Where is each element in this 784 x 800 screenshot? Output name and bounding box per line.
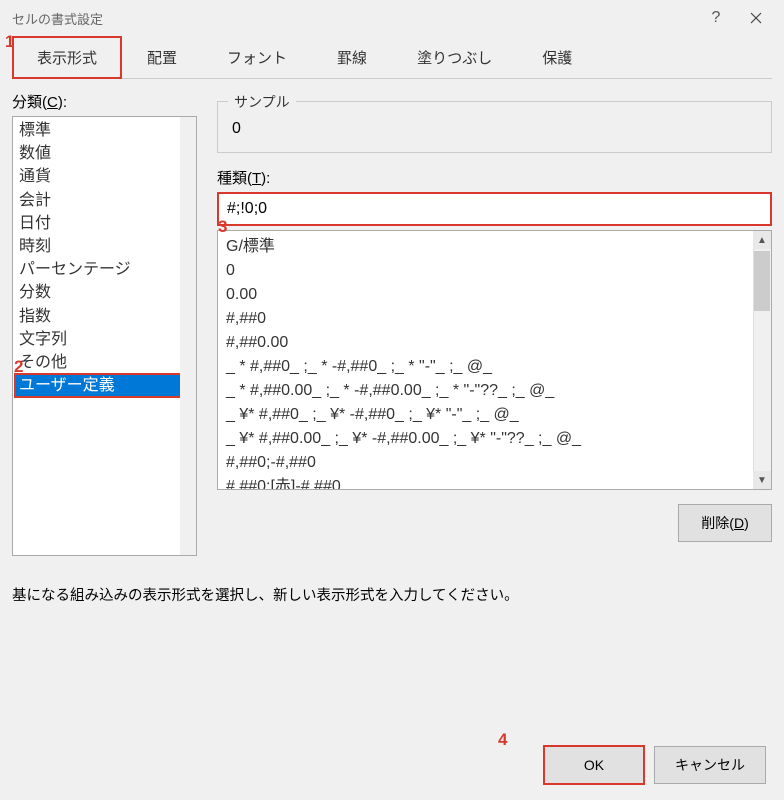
sample-group: サンプル 0 (217, 101, 772, 153)
category-label: 分類(C): (12, 91, 197, 112)
tab-border[interactable]: 罫線 (312, 36, 392, 78)
tab-alignment[interactable]: 配置 (122, 36, 202, 78)
dialog-title: セルの書式設定 (12, 9, 696, 28)
delete-button[interactable]: 削除(D) (678, 504, 772, 542)
help-button[interactable]: ? (696, 4, 736, 32)
list-item[interactable]: G/標準 (224, 235, 765, 259)
list-item[interactable]: 0 (224, 259, 765, 283)
list-item[interactable]: 分数 (15, 281, 194, 304)
sample-label: サンプル (228, 92, 296, 112)
list-item[interactable]: _ ¥* #,##0_ ;_ ¥* -#,##0_ ;_ ¥* "-"_ ;_ … (224, 403, 765, 427)
scroll-down-icon[interactable]: ▼ (753, 471, 771, 489)
tab-protection[interactable]: 保護 (517, 36, 597, 78)
list-item[interactable]: #,##0 (224, 307, 765, 331)
titlebar: セルの書式設定 ? (0, 0, 784, 36)
list-item[interactable]: パーセンテージ (15, 258, 194, 281)
list-item[interactable]: _ ¥* #,##0.00_ ;_ ¥* -#,##0.00_ ;_ ¥* "-… (224, 427, 765, 451)
annotation-4: 4 (498, 730, 507, 750)
tab-strip: 表示形式 配置 フォント 罫線 塗りつぶし 保護 (12, 36, 772, 79)
list-item[interactable]: ユーザー定義 (15, 374, 194, 397)
close-button[interactable] (736, 4, 776, 32)
tab-font[interactable]: フォント (202, 36, 312, 78)
sample-value: 0 (232, 120, 757, 138)
list-item[interactable]: 指数 (15, 305, 194, 328)
scroll-thumb[interactable] (754, 251, 770, 311)
type-input[interactable] (217, 192, 772, 226)
list-item[interactable]: #,##0;-#,##0 (224, 451, 765, 475)
type-label: 種類(T): (217, 167, 772, 188)
list-item[interactable]: 数値 (15, 142, 194, 165)
cancel-button[interactable]: キャンセル (654, 746, 766, 784)
list-item[interactable]: 文字列 (15, 328, 194, 351)
list-item[interactable]: 日付 (15, 212, 194, 235)
list-item[interactable]: _ * #,##0.00_ ;_ * -#,##0.00_ ;_ * "-"??… (224, 379, 765, 403)
list-item[interactable]: #,##0.00 (224, 331, 765, 355)
scrollbar[interactable]: ▲ ▼ (753, 231, 771, 489)
list-item[interactable]: その他 (15, 351, 194, 374)
format-cells-dialog: 1 2 3 4 セルの書式設定 ? 表示形式 配置 フォント 罫線 塗りつぶし … (0, 0, 784, 800)
list-item[interactable]: 時刻 (15, 235, 194, 258)
dialog-footer: OK キャンセル (544, 746, 766, 784)
help-text: 基になる組み込みの表示形式を選択し、新しい表示形式を入力してください。 (12, 584, 772, 605)
tab-fill[interactable]: 塗りつぶし (392, 36, 517, 78)
list-item[interactable]: #,##0;[赤]-#,##0 (224, 475, 765, 490)
category-listbox[interactable]: 標準数値通貨会計日付時刻パーセンテージ分数指数文字列その他ユーザー定義 (12, 116, 197, 556)
list-item[interactable]: 0.00 (224, 283, 765, 307)
format-listbox[interactable]: G/標準00.00#,##0#,##0.00_ * #,##0_ ;_ * -#… (217, 230, 772, 490)
ok-button[interactable]: OK (544, 746, 644, 784)
close-icon (750, 12, 762, 24)
list-item[interactable]: 標準 (15, 119, 194, 142)
list-item[interactable]: 会計 (15, 189, 194, 212)
list-item[interactable]: _ * #,##0_ ;_ * -#,##0_ ;_ * "-"_ ;_ @_ (224, 355, 765, 379)
tab-display-format[interactable]: 表示形式 (12, 36, 122, 79)
list-item[interactable]: 通貨 (15, 165, 194, 188)
scroll-up-icon[interactable]: ▲ (753, 231, 771, 249)
